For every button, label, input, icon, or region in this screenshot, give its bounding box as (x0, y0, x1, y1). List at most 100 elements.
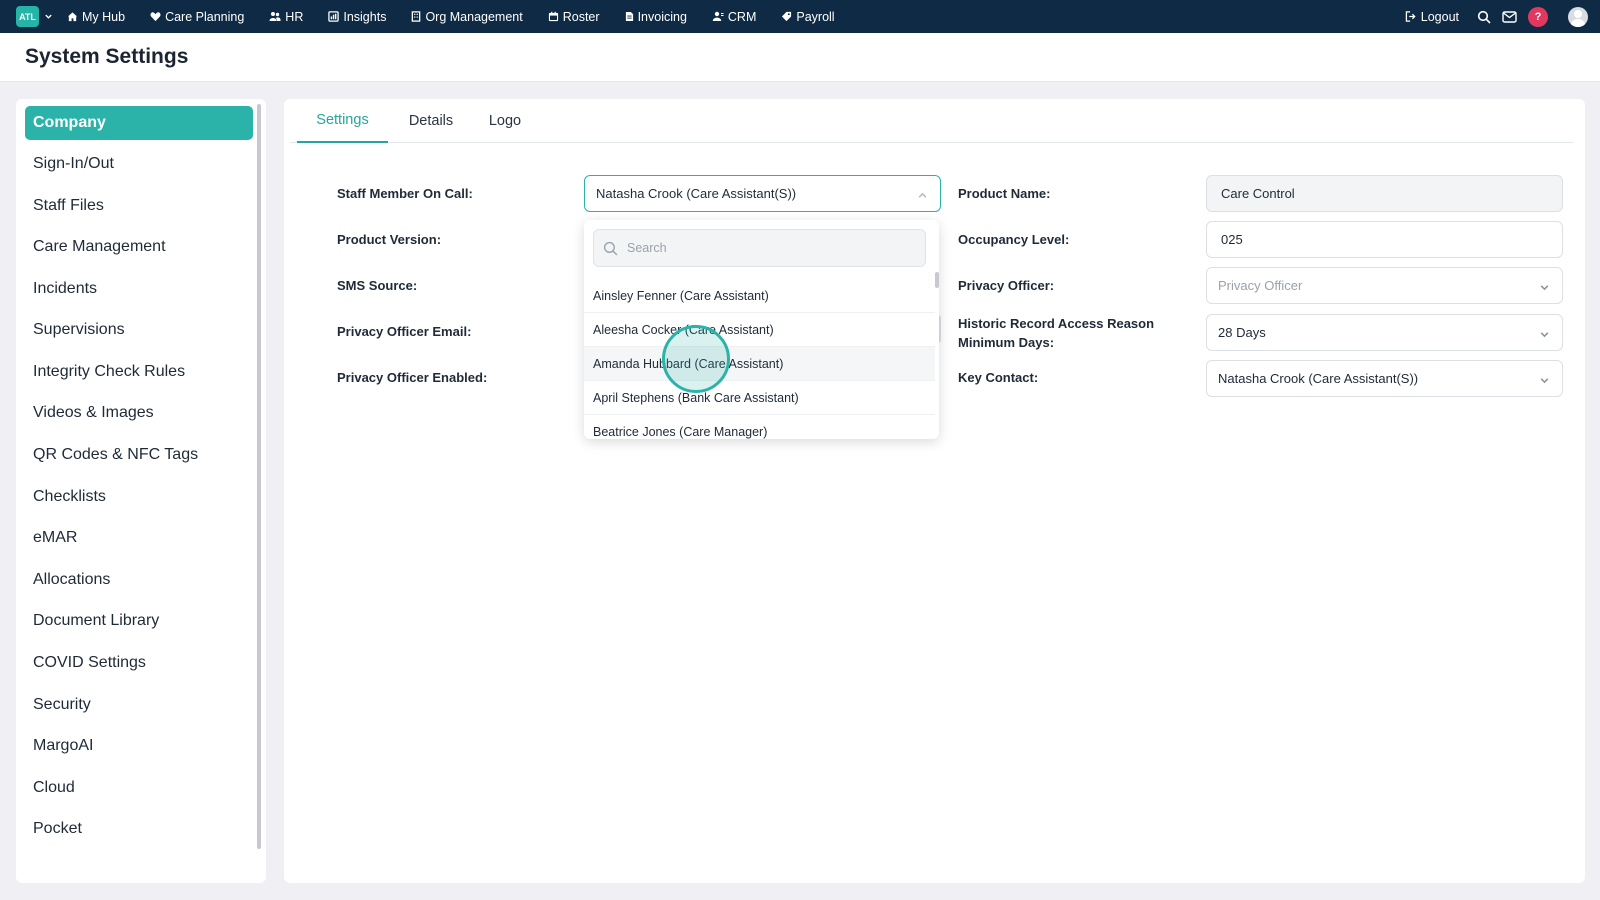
nav-item-label: HR (285, 9, 304, 24)
mail-icon[interactable] (1502, 10, 1517, 23)
document-icon (625, 12, 633, 21)
privacy-officer-enabled-label: Privacy Officer Enabled: (337, 370, 488, 385)
sidebar-item-care-management[interactable]: Care Management (25, 230, 253, 264)
nav-item-label: Roster (562, 9, 600, 24)
tab-bar: Settings Details Logo (290, 99, 1573, 143)
nav-item-roster[interactable]: Roster (548, 10, 600, 24)
sms-source-label: SMS Source: (337, 278, 418, 293)
staff-on-call-value: Natasha Crook (Care Assistant(S)) (596, 186, 797, 201)
occupancy-level-value: 025 (1221, 232, 1243, 247)
sidebar-item-company[interactable]: Company (25, 106, 253, 140)
sidebar-item-videos-images[interactable]: Videos & Images (25, 396, 253, 430)
sidebar-item-sign-in-out[interactable]: Sign-In/Out (25, 147, 253, 181)
nav-item-hr[interactable]: HR (269, 10, 303, 24)
product-name-value: Care Control (1221, 186, 1295, 201)
sidebar-item-security[interactable]: Security (25, 688, 253, 722)
page-header: System Settings (0, 33, 1600, 82)
sidebar-item-margoai[interactable]: MargoAI (25, 729, 253, 763)
nav-item-care-planning[interactable]: Care Planning (150, 10, 244, 24)
tag-icon (782, 11, 792, 22)
privacy-officer-placeholder: Privacy Officer (1218, 278, 1303, 293)
dropdown-option[interactable]: Aleesha Cocker (Care Assistant) (584, 313, 935, 347)
sidebar-item-staff-files[interactable]: Staff Files (25, 189, 253, 223)
nav-item-label: Payroll (796, 9, 835, 24)
key-contact-label: Key Contact: (958, 370, 1039, 385)
nav-item-insights[interactable]: Insights (328, 10, 386, 24)
nav-item-label: Care Planning (165, 9, 245, 24)
sidebar-item-document-library[interactable]: Document Library (25, 604, 253, 638)
sidebar-item-pocket[interactable]: Pocket (25, 812, 253, 846)
avatar[interactable] (1568, 6, 1588, 27)
staff-on-call-label: Staff Member On Call: (337, 186, 473, 201)
calendar-icon (548, 11, 558, 22)
historic-record-label: Historic Record Access Reason Minimum Da… (958, 314, 1154, 352)
nav-item-crm[interactable]: CRM (712, 10, 756, 24)
dropdown-option[interactable]: April Stephens (Bank Care Assistant) (584, 381, 935, 415)
building-icon (412, 11, 421, 22)
sidebar-item-integrity-check-rules[interactable]: Integrity Check Rules (25, 355, 253, 389)
nav-item-my-hub[interactable]: My Hub (67, 10, 125, 24)
occupancy-level-input[interactable]: 025 (1206, 221, 1563, 258)
logout-icon (1405, 11, 1416, 22)
tab-logo[interactable]: Logo (474, 99, 536, 143)
dropdown-option[interactable]: Amanda Hubbard (Care Assistant) (584, 347, 935, 381)
nav-item-label: Invoicing (637, 9, 687, 24)
nav-item-label: My Hub (82, 9, 126, 24)
search-icon[interactable] (1477, 10, 1491, 24)
sidebar-item-qr-codes-nfc-tags[interactable]: QR Codes & NFC Tags (25, 438, 253, 472)
sidebar-item-incidents[interactable]: Incidents (25, 272, 253, 306)
historic-record-label-line1: Historic Record Access Reason (958, 316, 1155, 331)
nav-item-label: Org Management (425, 9, 523, 24)
sidebar-item-checklists[interactable]: Checklists (25, 480, 253, 514)
sidebar-item-supervisions[interactable]: Supervisions (25, 313, 253, 347)
dropdown-option[interactable]: Ainsley Fenner (Care Assistant) (584, 279, 935, 313)
staff-on-call-select[interactable]: Natasha Crook (Care Assistant(S)) (584, 175, 941, 212)
sidebar-item-allocations[interactable]: Allocations (25, 563, 253, 597)
historic-record-label-line2: Minimum Days: (958, 335, 1055, 350)
settings-sidebar: Company Sign-In/Out Staff Files Care Man… (16, 99, 266, 883)
product-name-field: Care Control (1206, 175, 1563, 212)
users-icon (269, 12, 281, 21)
sidebar-item-cloud[interactable]: Cloud (25, 771, 253, 805)
chevron-down-icon (1539, 374, 1550, 389)
historic-record-days-value: 28 Days (1218, 325, 1266, 340)
settings-panel: Settings Details Logo (284, 99, 1585, 883)
logout-button[interactable]: Logout (1405, 10, 1459, 24)
contacts-icon (712, 11, 724, 21)
help-badge[interactable]: ? (1528, 6, 1548, 27)
chevron-down-icon (1539, 281, 1550, 296)
home-icon (67, 12, 78, 22)
chevron-up-icon (917, 189, 928, 204)
page-title: System Settings (25, 45, 189, 68)
privacy-officer-select[interactable]: Privacy Officer (1206, 267, 1563, 304)
chart-icon (328, 11, 340, 22)
nav-item-invoicing[interactable]: Invoicing (625, 10, 687, 24)
heart-icon (150, 12, 161, 22)
product-version-label: Product Version: (337, 232, 442, 247)
top-navigation-bar: ATL My Hub Care Planning HR Insights Org… (0, 0, 1600, 33)
privacy-officer-label: Privacy Officer: (958, 278, 1055, 293)
nav-item-label: Insights (343, 9, 387, 24)
historic-record-days-select[interactable]: 28 Days (1206, 314, 1563, 351)
dropdown-search-box (593, 229, 926, 267)
product-name-label: Product Name: (958, 186, 1051, 201)
nav-item-org-management[interactable]: Org Management (411, 9, 523, 24)
privacy-officer-email-label: Privacy Officer Email: (337, 324, 472, 339)
key-contact-value: Natasha Crook (Care Assistant(S)) (1218, 371, 1419, 386)
chevron-down-icon (1539, 328, 1550, 343)
dropdown-search-input[interactable] (627, 241, 907, 255)
app-logo[interactable]: ATL (16, 6, 39, 27)
tab-details[interactable]: Details (388, 99, 474, 143)
key-contact-select[interactable]: Natasha Crook (Care Assistant(S)) (1206, 360, 1563, 397)
dropdown-option[interactable]: Beatrice Jones (Care Manager) (584, 415, 935, 439)
tab-settings[interactable]: Settings (297, 99, 388, 143)
sidebar-scrollbar[interactable] (257, 104, 261, 849)
sidebar-item-emar[interactable]: eMAR (25, 521, 253, 555)
nav-item-payroll[interactable]: Payroll (781, 9, 835, 24)
logout-label: Logout (1420, 9, 1459, 24)
sidebar-item-covid-settings[interactable]: COVID Settings (25, 646, 253, 680)
search-icon (603, 241, 618, 255)
nav-item-label: CRM (727, 9, 757, 24)
chevron-down-icon[interactable] (44, 12, 53, 21)
dropdown-scrollbar[interactable] (935, 272, 939, 288)
